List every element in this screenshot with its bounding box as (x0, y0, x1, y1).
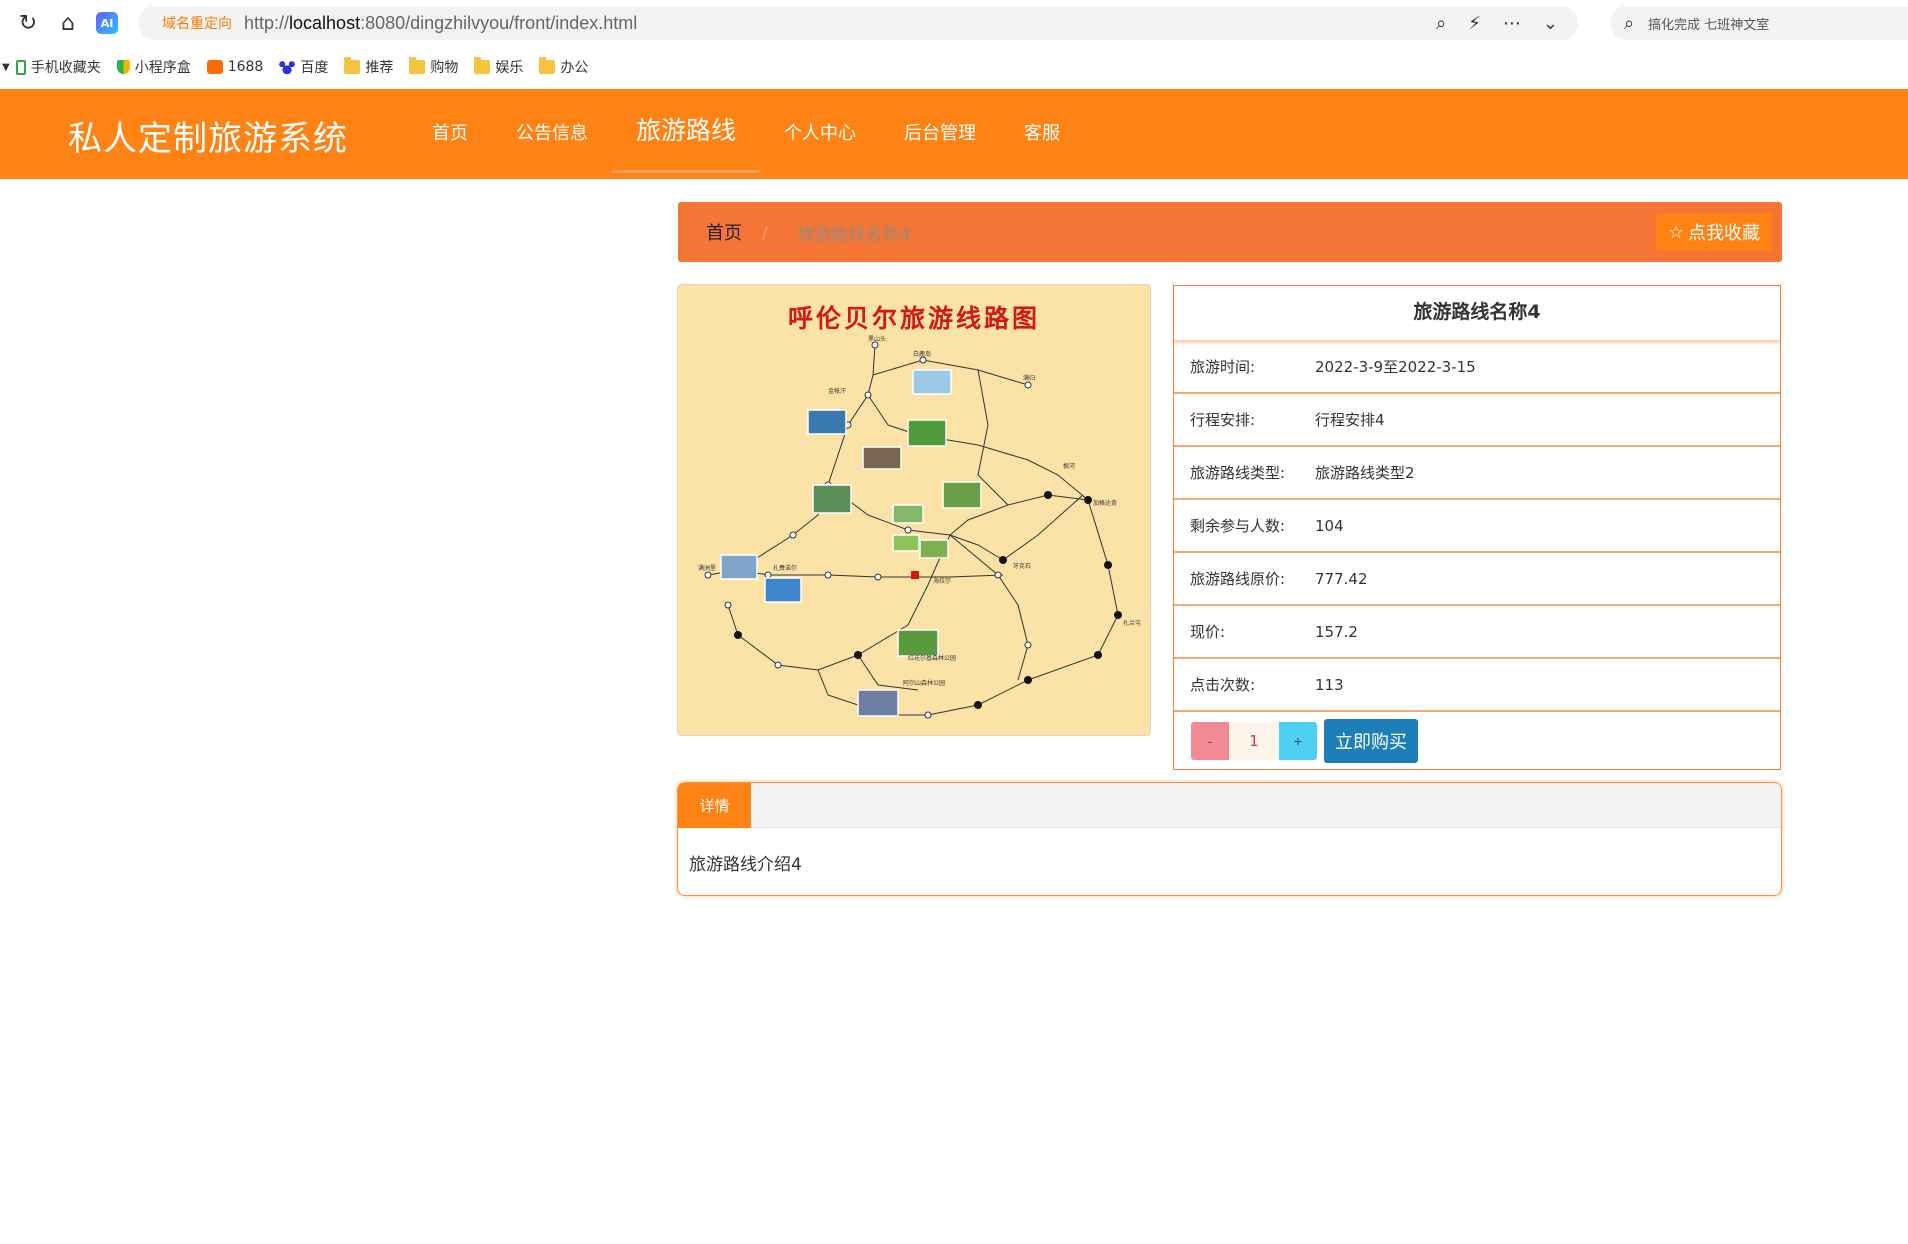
bookmark-folder-shopping[interactable]: 购物 (409, 57, 458, 77)
svg-text:扎赉诺尔: 扎赉诺尔 (773, 564, 797, 572)
nav-service[interactable]: 客服 (1000, 89, 1084, 179)
svg-text:阿尔山森林公园: 阿尔山森林公园 (903, 679, 945, 687)
tab-details[interactable]: 详情 (678, 783, 751, 828)
ai-assistant-icon[interactable]: AI (96, 12, 118, 34)
quantity-input[interactable]: 1 (1229, 722, 1279, 760)
info-row-current-price: 现价: 157.2 (1174, 606, 1780, 659)
info-row-remaining-seats: 剩余参与人数: 104 (1174, 500, 1780, 553)
bookmark-baidu[interactable]: 百度 (279, 57, 328, 77)
info-value: 113 (1315, 675, 1344, 694)
detail-panel: 详情 旅游路线介绍4 (677, 782, 1782, 896)
breadcrumb: 首页 / 旅游路线名称4 ☆ 点我收藏 (678, 202, 1782, 262)
route-map-drawing: 黑山头白鹿岛金帐汗 满归根河加格达奇 海拉尔 牙克石扎兰屯 红花尔基森林公园阿尔山… (698, 335, 1141, 719)
svg-text:黑山头: 黑山头 (868, 335, 886, 343)
info-row-itinerary: 行程安排: 行程安排4 (1174, 394, 1780, 447)
info-value: 行程安排4 (1315, 411, 1385, 429)
chevron-down-icon[interactable]: ⌄ (1543, 13, 1558, 34)
nav-routes[interactable]: 旅游路线 (612, 89, 761, 179)
info-value: 104 (1315, 516, 1344, 535)
phone-icon (15, 59, 26, 75)
folder-icon (344, 57, 361, 74)
bookmark-folder-office[interactable]: 办公 (539, 57, 588, 77)
svg-text:海拉尔: 海拉尔 (933, 577, 951, 585)
quantity-minus-button[interactable]: - (1191, 722, 1229, 760)
info-label: 旅游时间: (1190, 358, 1256, 376)
info-label: 现价: (1190, 623, 1226, 641)
svg-text:加格达奇: 加格达奇 (1093, 499, 1117, 507)
more-icon[interactable]: ⋯ (1503, 13, 1521, 34)
svg-text:红花尔基森林公园: 红花尔基森林公园 (908, 654, 956, 662)
nav-home[interactable]: 首页 (408, 89, 492, 179)
site-title: 私人定制旅游系统 (68, 119, 348, 159)
route-info-table: 旅游路线名称4 旅游时间: 2022-3-9至2022-3-15 行程安排: 行… (1173, 285, 1781, 770)
star-icon: ☆ (1667, 221, 1684, 242)
info-value: 157.2 (1315, 622, 1358, 641)
shield-icon (116, 60, 130, 74)
route-map-title: 呼伦贝尔旅游线路图 (787, 304, 1040, 333)
route-map-image: 黑山头白鹿岛金帐汗 满归根河加格达奇 海拉尔 牙克石扎兰屯 红花尔基森林公园阿尔山… (677, 284, 1151, 736)
svg-text:满洲里: 满洲里 (698, 564, 716, 572)
quantity-plus-button[interactable]: + (1279, 722, 1317, 760)
breadcrumb-separator: / (762, 222, 768, 242)
caret-down-icon[interactable]: ▼ (2, 62, 10, 73)
svg-text:白鹿岛: 白鹿岛 (913, 350, 931, 358)
browser-toolbar: ↻ ⌂ AI 域名重定向 http://localhost:8080/dingz… (0, 0, 1908, 46)
search-icon: ⌕ (1624, 12, 1635, 34)
baidu-paw-icon (279, 60, 296, 74)
bookmark-mobile[interactable]: 手机收藏夹 (15, 57, 101, 77)
folder-icon (474, 57, 491, 74)
nav-notices[interactable]: 公告信息 (492, 89, 612, 179)
breadcrumb-current: 旅游路线名称4 (797, 224, 911, 245)
bookmark-folder-entertainment[interactable]: 娱乐 (474, 57, 523, 77)
info-label: 行程安排: (1190, 411, 1256, 429)
route-name: 旅游路线名称4 (1174, 286, 1780, 341)
info-label: 剩余参与人数: (1190, 517, 1286, 535)
nav-admin[interactable]: 后台管理 (880, 89, 1000, 179)
breadcrumb-home[interactable]: 首页 (706, 219, 742, 245)
zoom-icon[interactable]: ⌕ (1436, 13, 1446, 34)
favorite-button[interactable]: ☆ 点我收藏 (1655, 213, 1772, 251)
detail-content: 旅游路线介绍4 (689, 855, 802, 875)
svg-text:满归: 满归 (1023, 374, 1035, 382)
svg-text:牙克石: 牙克石 (1013, 562, 1031, 570)
home-icon[interactable]: ⌂ (48, 3, 88, 43)
info-row-click-count: 点击次数: 113 (1174, 659, 1780, 712)
info-value: 777.42 (1315, 569, 1368, 588)
reload-icon[interactable]: ↻ (8, 3, 48, 43)
svg-text:扎兰屯: 扎兰屯 (1123, 619, 1141, 627)
bookmarks-bar: ▼ 手机收藏夹 小程序盒 1688 百度 推荐 购物 娱乐 办公 (0, 52, 1908, 82)
buy-now-button[interactable]: 立即购买 (1324, 719, 1418, 763)
info-label: 旅游路线类型: (1190, 464, 1286, 482)
address-url[interactable]: http://localhost:8080/dingzhilvyou/front… (244, 13, 637, 34)
browser-search[interactable]: ⌕ 搞化完成 七班神文室 (1610, 6, 1908, 40)
main-nav: 首页 公告信息 旅游路线 个人中心 后台管理 客服 (408, 89, 1084, 179)
lightning-icon[interactable]: ⚡ (1468, 13, 1481, 34)
info-label: 旅游路线原价: (1190, 570, 1286, 588)
address-tools: ⌕ ⚡ ⋯ ⌄ (1436, 6, 1558, 40)
detail-tab-bar: 详情 (678, 783, 1781, 828)
address-tag: 域名重定向 (162, 16, 232, 32)
info-row-route-type: 旅游路线类型: 旅游路线类型2 (1174, 447, 1780, 500)
bookmark-1688[interactable]: 1688 (206, 59, 263, 75)
info-row-original-price: 旅游路线原价: 777.42 (1174, 553, 1780, 606)
search-placeholder: 搞化完成 七班神文室 (1648, 17, 1770, 33)
info-row-travel-time: 旅游时间: 2022-3-9至2022-3-15 (1174, 341, 1780, 394)
1688-icon (206, 60, 223, 74)
bookmark-folder-recommend[interactable]: 推荐 (344, 57, 393, 77)
info-label: 点击次数: (1190, 676, 1256, 694)
info-value: 2022-3-9至2022-3-15 (1315, 358, 1476, 376)
svg-text:根河: 根河 (1063, 462, 1075, 470)
folder-icon (539, 57, 556, 74)
nav-profile[interactable]: 个人中心 (760, 89, 880, 179)
bookmark-miniapp[interactable]: 小程序盒 (116, 57, 191, 77)
address-bar[interactable]: 域名重定向 http://localhost:8080/dingzhilvyou… (138, 6, 1578, 40)
info-value: 旅游路线类型2 (1315, 464, 1415, 482)
svg-text:金帐汗: 金帐汗 (828, 387, 846, 395)
folder-icon (409, 57, 426, 74)
site-header: 私人定制旅游系统 首页 公告信息 旅游路线 个人中心 后台管理 客服 (0, 89, 1908, 179)
purchase-controls: - 1 + 立即购买 (1174, 713, 1780, 769)
